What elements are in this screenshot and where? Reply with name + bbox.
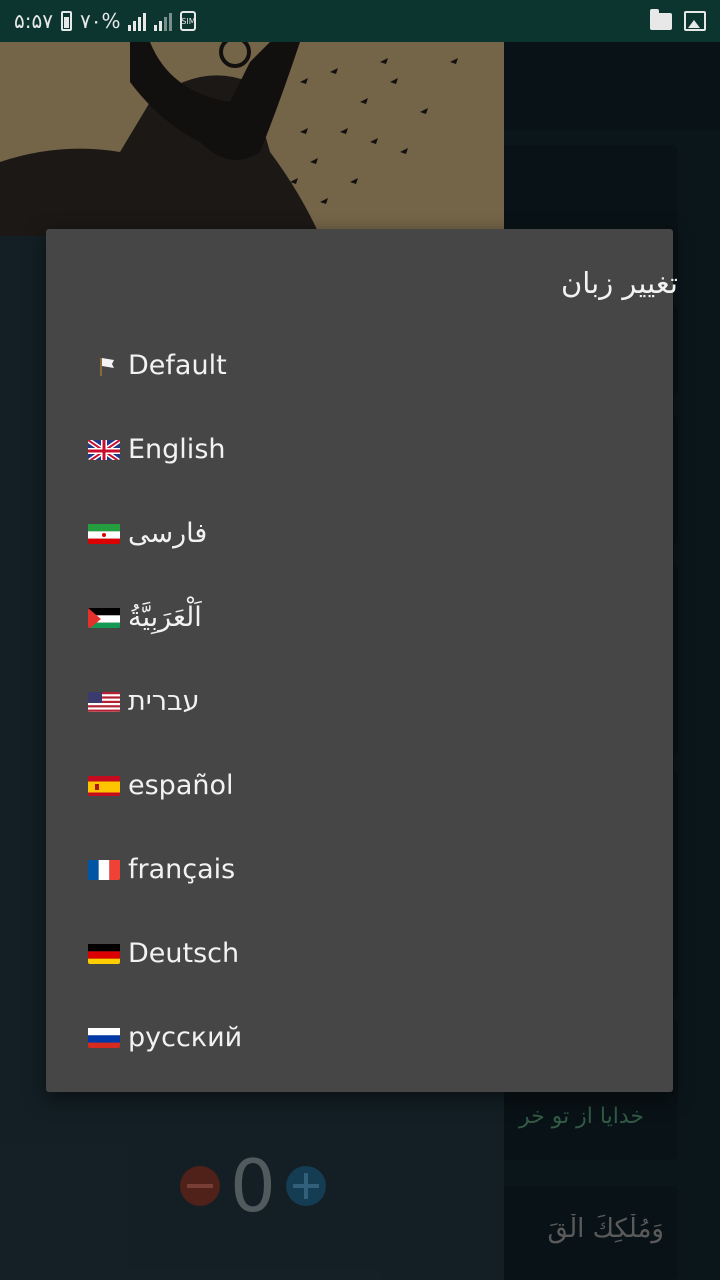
language-item-persian[interactable]: فارسی	[46, 491, 673, 575]
language-item-german[interactable]: Deutsch	[46, 911, 673, 995]
us-flag-icon	[88, 690, 120, 712]
language-label: فارسی	[128, 517, 208, 549]
language-item-russian[interactable]: русский	[46, 995, 673, 1079]
dialog-title: تغییر زبان	[561, 266, 678, 300]
image-icon	[684, 11, 706, 31]
language-label: español	[128, 769, 234, 801]
language-label: русский	[128, 1021, 243, 1053]
language-item-default[interactable]: Default	[46, 323, 673, 407]
signal-icon	[128, 11, 147, 31]
sim-icon: SIM	[180, 11, 197, 31]
language-item-arabic[interactable]: اَلْعَرَبِيَّةُ	[46, 575, 673, 659]
signal-2-icon	[154, 11, 173, 31]
iran-flag-icon	[88, 522, 120, 544]
russia-flag-icon	[88, 1026, 120, 1048]
uk-flag-icon	[88, 438, 120, 460]
status-bar-right	[650, 8, 706, 31]
language-label: Default	[128, 349, 227, 381]
palestine-flag-icon	[88, 606, 120, 628]
language-item-spanish[interactable]: español	[46, 743, 673, 827]
white-flag-icon	[88, 354, 120, 376]
language-label: עברית	[128, 685, 200, 717]
battery-icon	[60, 11, 72, 31]
language-item-french[interactable]: français	[46, 827, 673, 911]
status-bar: ۵:۵۷ ۷۰% SIM	[0, 0, 720, 42]
language-item-english[interactable]: English	[46, 407, 673, 491]
language-item-hebrew[interactable]: עברית	[46, 659, 673, 743]
language-label: اَلْعَرَبِيَّةُ	[128, 601, 202, 633]
spain-flag-icon	[88, 774, 120, 796]
status-time: ۵:۵۷	[14, 9, 53, 33]
language-label: English	[128, 433, 226, 465]
france-flag-icon	[88, 858, 120, 880]
language-label: Deutsch	[128, 937, 240, 969]
folder-icon	[650, 8, 672, 30]
status-bar-left: ۵:۵۷ ۷۰% SIM	[14, 9, 197, 33]
language-label: français	[128, 853, 236, 885]
battery-percent: ۷۰%	[79, 9, 121, 33]
language-list: Default English فارسی اَلْعَرَبِيَّةُ עב…	[46, 323, 673, 1079]
germany-flag-icon	[88, 942, 120, 964]
